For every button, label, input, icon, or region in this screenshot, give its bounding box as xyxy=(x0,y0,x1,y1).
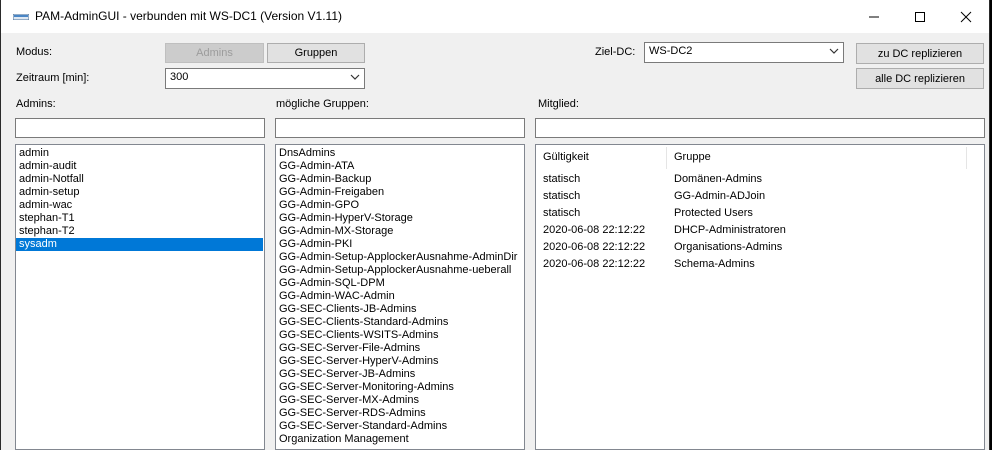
column-header-gueltigkeit[interactable]: Gültigkeit xyxy=(543,151,589,163)
list-item[interactable]: GG-SEC-Server-File-Admins xyxy=(276,342,524,355)
mitglied-listview[interactable]: Gültigkeit Gruppe statisch Domänen-Admin… xyxy=(535,144,985,450)
title-bar[interactable]: PAM-AdminGUI - verbunden mit WS-DC1 (Ver… xyxy=(1,0,989,33)
list-item[interactable]: GG-SEC-Server-MX-Admins xyxy=(276,394,524,407)
admins-filter-input[interactable] xyxy=(15,118,265,138)
cell-gueltigkeit: statisch xyxy=(543,207,581,219)
list-item[interactable]: GG-Admin-WAC-Admin xyxy=(276,290,524,303)
close-button[interactable] xyxy=(943,0,989,33)
list-item[interactable]: GG-Admin-HyperV-Storage xyxy=(276,212,524,225)
table-row[interactable]: statisch GG-Admin-ADJoin xyxy=(536,188,984,205)
minimize-icon xyxy=(869,16,879,17)
list-item[interactable]: admin-wac xyxy=(16,199,264,212)
list-item[interactable]: admin-Notfall xyxy=(16,173,264,186)
main-window: PAM-AdminGUI - verbunden mit WS-DC1 (Ver… xyxy=(0,0,990,450)
cell-gruppe: DHCP-Administratoren xyxy=(674,224,786,236)
list-item[interactable]: GG-SEC-Server-HyperV-Admins xyxy=(276,355,524,368)
cell-gruppe: Domänen-Admins xyxy=(674,173,763,185)
table-row[interactable]: 2020-06-08 22:12:22 Schema-Admins xyxy=(536,256,984,273)
app-icon xyxy=(13,14,29,20)
table-row[interactable]: 2020-06-08 22:12:22 DHCP-Administratoren xyxy=(536,222,984,239)
admins-listbox[interactable]: admin admin-audit admin-Notfall admin-se… xyxy=(15,144,265,450)
chevron-down-icon xyxy=(829,48,839,54)
gruppen-listbox[interactable]: DnsAdmins GG-Admin-ATA GG-Admin-Backup G… xyxy=(275,144,525,450)
ziel-dc-select[interactable]: WS-DC2 xyxy=(644,42,844,63)
cell-gruppe: Protected Users xyxy=(674,207,753,219)
cell-gueltigkeit: 2020-06-08 22:12:22 xyxy=(543,241,646,253)
list-item[interactable]: GG-Admin-PKI xyxy=(276,238,524,251)
list-item[interactable]: GG-Admin-Setup-ApplockerAusnahme-ueberal… xyxy=(276,264,524,277)
cell-gruppe: GG-Admin-ADJoin xyxy=(674,190,766,202)
column-divider[interactable] xyxy=(666,147,667,169)
table-row[interactable]: 2020-06-08 22:12:22 Organisations-Admins xyxy=(536,239,984,256)
list-item-selected[interactable]: sysadm xyxy=(16,238,263,251)
gruppen-label: mögliche Gruppen: xyxy=(276,98,369,110)
mitglied-filter-input[interactable] xyxy=(535,118,985,138)
column-header-gruppe[interactable]: Gruppe xyxy=(674,151,711,163)
list-item[interactable]: admin-audit xyxy=(16,160,264,173)
cell-gueltigkeit: statisch xyxy=(543,190,581,202)
list-item[interactable]: DnsAdmins xyxy=(276,147,524,160)
close-icon xyxy=(960,11,972,22)
window-title: PAM-AdminGUI - verbunden mit WS-DC1 (Ver… xyxy=(35,9,342,23)
gruppen-filter-input[interactable] xyxy=(275,118,525,138)
list-item[interactable]: GG-SEC-Clients-JB-Admins xyxy=(276,303,524,316)
list-item[interactable]: stephan-T2 xyxy=(16,225,264,238)
list-item[interactable]: admin-setup xyxy=(16,186,264,199)
maximize-button[interactable] xyxy=(897,0,943,33)
cell-gueltigkeit: 2020-06-08 22:12:22 xyxy=(543,224,646,236)
admins-mode-button[interactable]: Admins xyxy=(165,43,264,63)
minimize-button[interactable] xyxy=(851,0,897,33)
cell-gruppe: Organisations-Admins xyxy=(674,241,783,253)
cell-gruppe: Schema-Admins xyxy=(674,258,755,270)
admins-label: Admins: xyxy=(16,98,56,110)
gruppen-mode-button[interactable]: Gruppen xyxy=(267,43,365,63)
alle-dc-replizieren-button[interactable]: alle DC replizieren xyxy=(856,68,984,89)
list-item[interactable]: GG-SEC-Clients-Standard-Admins xyxy=(276,316,524,329)
list-item[interactable]: GG-SEC-Clients-WSITS-Admins xyxy=(276,329,524,342)
column-divider[interactable] xyxy=(966,147,967,169)
table-row[interactable]: statisch Protected Users xyxy=(536,205,984,222)
ziel-dc-value: WS-DC2 xyxy=(649,45,693,57)
list-item[interactable]: GG-SEC-Server-Standard-Admins xyxy=(276,420,524,433)
list-item[interactable]: GG-SEC-Server-Monitoring-Admins xyxy=(276,381,524,394)
ziel-dc-label: Ziel-DC: xyxy=(595,46,636,58)
list-item[interactable]: GG-Admin-MX-Storage xyxy=(276,225,524,238)
list-item[interactable]: stephan-T1 xyxy=(16,212,264,225)
maximize-icon xyxy=(915,11,925,22)
table-row[interactable]: statisch Domänen-Admins xyxy=(536,171,984,188)
list-item[interactable]: GG-SEC-Server-JB-Admins xyxy=(276,368,524,381)
list-item[interactable]: GG-Admin-Freigaben xyxy=(276,186,524,199)
zeitraum-select[interactable]: 300 xyxy=(165,68,365,89)
modus-label: Modus: xyxy=(16,46,53,58)
zu-dc-replizieren-button[interactable]: zu DC replizieren xyxy=(856,43,984,64)
cell-gueltigkeit: 2020-06-08 22:12:22 xyxy=(543,258,646,270)
list-item[interactable]: GG-SEC-Server-RDS-Admins xyxy=(276,407,524,420)
list-item[interactable]: admin xyxy=(16,147,264,160)
listview-header: Gültigkeit Gruppe xyxy=(536,145,984,171)
mitglied-label: Mitglied: xyxy=(538,98,579,110)
list-item[interactable]: GG-Admin-ATA xyxy=(276,160,524,173)
chevron-down-icon xyxy=(350,74,360,80)
zeitraum-label: Zeitraum [min]: xyxy=(16,72,90,84)
zeitraum-value: 300 xyxy=(170,71,189,83)
list-item[interactable]: Organization Management xyxy=(276,433,524,446)
list-item[interactable]: GG-Admin-Backup xyxy=(276,173,524,186)
cell-gueltigkeit: statisch xyxy=(543,173,581,185)
list-item[interactable]: GG-Admin-GPO xyxy=(276,199,524,212)
list-item[interactable]: GG-Admin-SQL-DPM xyxy=(276,277,524,290)
list-item[interactable]: GG-Admin-Setup-ApplockerAusnahme-AdminDi… xyxy=(276,251,524,264)
